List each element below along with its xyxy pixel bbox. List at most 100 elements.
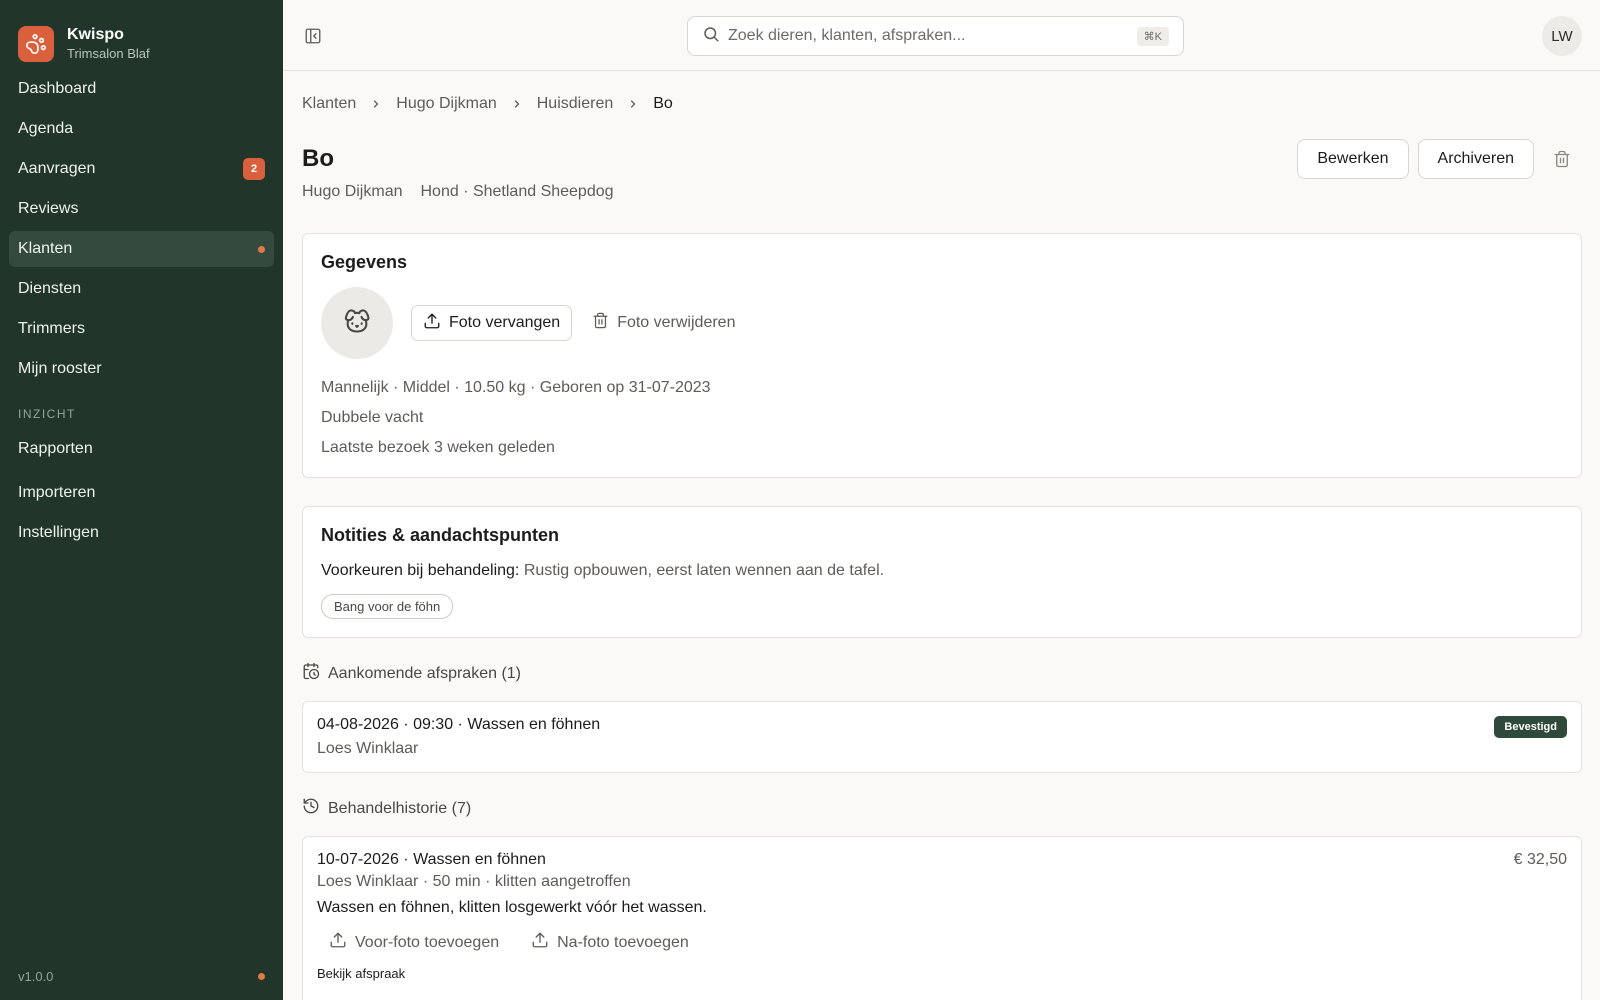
notes-card: Notities & aandachtspunten Voorkeuren bi…: [302, 506, 1582, 638]
status-badge: Bevestigd: [1494, 716, 1567, 738]
preference-value: Rustig opbouwen, eerst laten wennen aan …: [523, 562, 885, 579]
sidebar-item-reviews[interactable]: Reviews: [9, 191, 274, 227]
requests-count-badge: 2: [243, 158, 265, 180]
appointment-groomer: Loes Winklaar: [317, 740, 419, 757]
appointment-item[interactable]: 04-08-2026 · 09:30 · Wassen en föhnen Lo…: [302, 701, 1582, 773]
appointment-summary: 04-08-2026 · 09:30 · Wassen en föhnen: [317, 716, 601, 733]
breadcrumb-current: Bo: [653, 95, 673, 112]
photo-row: Foto vervangen Foto verwijderen: [321, 287, 1563, 359]
history-heading-label: Behandelhistorie (7): [328, 799, 472, 817]
sidebar-item-aanvragen[interactable]: Aanvragen 2: [9, 151, 274, 187]
trash-icon: [592, 312, 609, 334]
owner-link[interactable]: Hugo Dijkman: [302, 183, 402, 201]
sidebar-item-label: Diensten: [18, 280, 82, 297]
sidebar-nav: Dashboard Agenda Aanvragen 2 Reviews Kla…: [0, 71, 283, 387]
remove-photo-label: Foto verwijderen: [617, 314, 736, 331]
delete-icon[interactable]: [1542, 139, 1582, 179]
treatment-preference: Voorkeuren bij behandeling: Rustig opbou…: [321, 562, 1563, 580]
sidebar-item-label: Rapporten: [18, 440, 93, 457]
search-placeholder: Zoek dieren, klanten, afspraken...: [728, 27, 966, 44]
calendar-clock-icon: [302, 662, 320, 685]
breadcrumb-huisdieren[interactable]: Huisdieren: [537, 95, 613, 113]
brand[interactable]: Kwispo Trimsalon Blaf: [0, 0, 283, 70]
history-summary: 10-07-2026 · Wassen en föhnen: [317, 851, 546, 868]
upcoming-heading-label: Aankomende afspraken (1): [328, 664, 521, 682]
history-heading: Behandelhistorie (7): [302, 797, 1582, 820]
sidebar-section-label: INZICHT: [18, 407, 76, 421]
sidebar-item-klanten[interactable]: Klanten: [9, 231, 274, 267]
sidebar-item-dashboard[interactable]: Dashboard: [9, 71, 274, 107]
pet-subline: Hugo Dijkman Hond · Shetland Sheepdog: [302, 183, 1582, 201]
upload-icon: [329, 931, 347, 954]
sidebar-item-importeren[interactable]: Importeren: [9, 475, 274, 511]
upload-icon: [531, 931, 549, 954]
add-before-photo-label: Voor-foto toevoegen: [355, 933, 500, 951]
sidebar-item-diensten[interactable]: Diensten: [9, 271, 274, 307]
history-meta: Loes Winklaar · 50 min · klitten aangetr…: [317, 873, 631, 890]
chevron-right-icon: [627, 98, 639, 110]
sidebar-item-label: Klanten: [18, 240, 73, 257]
sidebar-item-label: Trimmers: [18, 320, 85, 337]
user-avatar[interactable]: LW: [1542, 16, 1582, 56]
breadcrumb: Klanten Hugo Dijkman Huisdieren Bo: [302, 71, 1582, 137]
history-photo-actions: Voor-foto toevoegen Na-foto toevoegen: [329, 931, 1567, 954]
sidebar-footer: v1.0.0: [18, 969, 265, 984]
brand-subtitle: Trimsalon Blaf: [67, 45, 150, 61]
add-after-photo-button[interactable]: Na-foto toevoegen: [531, 931, 689, 954]
sidebar-item-label: Dashboard: [18, 80, 97, 97]
history-price: € 32,50: [1513, 851, 1567, 868]
attention-tag: Bang voor de föhn: [321, 594, 454, 619]
notes-title: Notities & aandachtspunten: [321, 525, 560, 545]
main-content: Zoek dieren, klanten, afspraken... ⌘K LW…: [283, 0, 1600, 1000]
sidebar-item-agenda[interactable]: Agenda: [9, 111, 274, 147]
history-description: Wassen en föhnen, klitten losgewerkt vóó…: [317, 899, 707, 916]
replace-photo-label: Foto vervangen: [449, 314, 561, 331]
breadcrumb-owner[interactable]: Hugo Dijkman: [396, 95, 496, 113]
sidebar-item-label: Mijn rooster: [18, 360, 102, 377]
sidebar-item-instellingen[interactable]: Instellingen: [9, 515, 274, 551]
header-actions: Bewerken Archiveren: [1288, 139, 1582, 179]
shortcut-hint: ⌘K: [1136, 26, 1169, 46]
sidebar-item-mijn-rooster[interactable]: Mijn rooster: [9, 351, 274, 387]
status-dot: [258, 973, 265, 980]
add-before-photo-button[interactable]: Voor-foto toevoegen: [329, 931, 499, 954]
brand-name: Kwispo: [67, 25, 124, 43]
dog-icon: [343, 307, 371, 340]
breadcrumb-klanten[interactable]: Klanten: [302, 95, 356, 113]
upload-icon: [423, 312, 441, 335]
paw-logo-icon: [18, 25, 54, 62]
sidebar-item-trimmers[interactable]: Trimmers: [9, 311, 274, 347]
pet-header: Bo Hugo Dijkman Hond · Shetland Sheepdog…: [302, 137, 1582, 233]
remove-photo-button[interactable]: Foto verwijderen: [592, 312, 735, 334]
view-appointment-link[interactable]: Bekijk afspraak: [317, 966, 1567, 981]
history-item: 10-07-2026 · Wassen en föhnen Loes Winkl…: [302, 836, 1582, 1000]
sidebar-item-label: Agenda: [18, 120, 74, 137]
history-icon: [302, 797, 320, 820]
sidebar-item-rapporten[interactable]: Rapporten: [9, 431, 274, 467]
pet-last-visit: Laatste bezoek 3 weken geleden: [321, 439, 555, 456]
add-after-photo-label: Na-foto toevoegen: [557, 933, 689, 951]
active-indicator-dot: [258, 245, 265, 253]
pet-photo-placeholder: [321, 287, 393, 359]
details-title: Gegevens: [321, 252, 408, 272]
sidebar-item-label: Importeren: [18, 484, 96, 501]
sidebar-toggle-icon[interactable]: [303, 26, 323, 46]
sidebar-item-label: Reviews: [18, 200, 79, 217]
sidebar-item-label: Instellingen: [18, 524, 99, 541]
archive-button[interactable]: Archiveren: [1417, 139, 1534, 179]
search-icon: [702, 25, 720, 48]
upcoming-heading: Aankomende afspraken (1): [302, 662, 1582, 685]
edit-button[interactable]: Bewerken: [1297, 139, 1409, 179]
sidebar-item-label: Aanvragen: [18, 160, 96, 177]
search-input[interactable]: Zoek dieren, klanten, afspraken... ⌘K: [687, 16, 1184, 56]
pet-coat: Dubbele vacht: [321, 409, 424, 426]
version-label: v1.0.0: [18, 969, 54, 984]
sidebar-nav-insight: Rapporten Importeren Instellingen: [0, 431, 283, 551]
preference-label: Voorkeuren bij behandeling:: [321, 562, 520, 579]
details-card: Gegevens Foto vervangen Foto verwijderen…: [302, 233, 1582, 478]
species-breed: Hond · Shetland Sheepdog: [420, 183, 614, 200]
sidebar: Kwispo Trimsalon Blaf Dashboard Agenda A…: [0, 0, 283, 1000]
chevron-right-icon: [511, 98, 523, 110]
replace-photo-button[interactable]: Foto vervangen: [411, 305, 573, 341]
chevron-right-icon: [370, 98, 382, 110]
